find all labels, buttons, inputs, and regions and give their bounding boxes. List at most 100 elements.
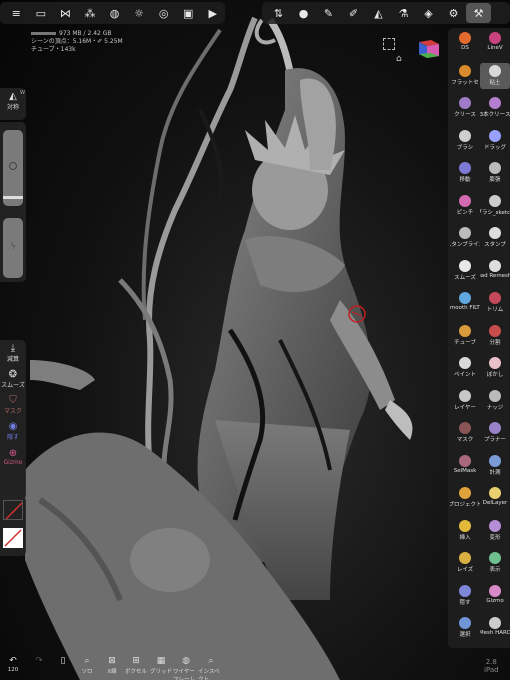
light-icon[interactable]: ☼ bbox=[127, 3, 152, 23]
tool-button[interactable]: ピンチ bbox=[450, 193, 480, 219]
tool-icon bbox=[459, 194, 471, 207]
object-button[interactable]: ▯ bbox=[50, 656, 76, 680]
arrows-icon[interactable]: ⇅ bbox=[266, 3, 291, 23]
memory-readout: 973 MB / 2.42 GB bbox=[31, 30, 123, 38]
subtract-label: 減算 bbox=[6, 356, 19, 363]
tool-button[interactable]: レイヤー bbox=[450, 388, 480, 414]
tool-icon bbox=[459, 129, 471, 142]
tool-label: フラットセ bbox=[451, 79, 479, 86]
tool-button[interactable]: プロジェクト bbox=[450, 485, 480, 511]
tool-button[interactable]: ナッジ bbox=[480, 388, 510, 414]
tool-icon bbox=[489, 227, 501, 239]
tool-icon bbox=[459, 487, 471, 499]
tool-button[interactable]: 分割 bbox=[480, 323, 510, 349]
brush-color-swatch[interactable] bbox=[3, 500, 23, 520]
tools-icon[interactable]: ⚒ bbox=[466, 3, 491, 23]
tool-button[interactable]: ペイント bbox=[450, 355, 480, 381]
tool-button[interactable]: スムーズ bbox=[450, 258, 480, 284]
tool-button[interactable]: マスク bbox=[450, 420, 480, 446]
smooth-button[interactable]: ❂ スムーズ bbox=[0, 366, 26, 392]
tool-button[interactable]: 表示 bbox=[480, 550, 510, 576]
material-sphere-icon[interactable]: ● bbox=[291, 3, 316, 23]
menu-icon[interactable]: ≡ bbox=[4, 3, 29, 23]
pen-icon[interactable]: ✎ bbox=[316, 3, 341, 23]
globe-icon[interactable]: ◍ bbox=[102, 3, 127, 23]
camera-cube-gizmo[interactable] bbox=[417, 38, 441, 60]
camera-settings-icon[interactable]: ◎ bbox=[151, 3, 176, 23]
tool-button[interactable]: 移動 bbox=[450, 160, 480, 186]
tool-button[interactable]: Quad Remesher bbox=[480, 258, 510, 284]
tool-button[interactable]: LineV bbox=[480, 30, 510, 56]
folder-icon[interactable]: ▭ bbox=[29, 3, 54, 23]
video-icon[interactable]: ▶ bbox=[201, 3, 226, 23]
image-icon[interactable]: ▣ bbox=[176, 3, 201, 23]
flask-icon[interactable]: ⚗ bbox=[391, 3, 416, 23]
tool-button[interactable]: クリース bbox=[450, 95, 480, 121]
tool-button[interactable]: DS bbox=[450, 30, 480, 56]
intensity-slider[interactable]: ϟ bbox=[3, 218, 23, 278]
tool-icon bbox=[489, 324, 501, 337]
tool-button[interactable]: ぼかし bbox=[480, 355, 510, 381]
tool-button[interactable]: トリム bbox=[480, 290, 510, 316]
layers-icon[interactable]: ◈ bbox=[416, 3, 441, 23]
tool-button[interactable]: 膨張 bbox=[480, 160, 510, 186]
radius-slider[interactable] bbox=[3, 130, 23, 206]
tool-button[interactable]: ブラシ_sketch bbox=[480, 193, 510, 219]
tool-button[interactable]: スタンプライン bbox=[450, 225, 480, 251]
tool-button[interactable]: ブラシ bbox=[450, 128, 480, 154]
tool-button[interactable]: Gizmo bbox=[480, 583, 510, 609]
secondary-color-swatch[interactable] bbox=[3, 528, 23, 548]
tool-label: スムーズ bbox=[454, 274, 476, 281]
brush-icon[interactable]: ✐ bbox=[341, 3, 366, 23]
gear-icon[interactable]: ⚙ bbox=[441, 3, 466, 23]
left-tool-panel: ⤓ 減算 ❂ スムーズ ⛉ マスク ◉ 隠す ⊕ Gizmo bbox=[0, 340, 26, 500]
tool-icon bbox=[489, 292, 501, 304]
3d-viewport[interactable] bbox=[0, 0, 510, 680]
inspect-button[interactable]: ⌕ インスペクト bbox=[198, 656, 224, 680]
tool-button[interactable]: SelMask bbox=[450, 453, 480, 479]
tool-button[interactable]: 選択 bbox=[450, 615, 480, 641]
tool-button[interactable]: プラナー bbox=[480, 420, 510, 446]
tool-button[interactable]: チューブ bbox=[450, 323, 480, 349]
subtract-button[interactable]: ⤓ 減算 bbox=[0, 340, 26, 366]
redo-button[interactable]: ↷ bbox=[26, 656, 52, 680]
tool-button[interactable]: 挿入 bbox=[450, 518, 480, 544]
wireframe-button[interactable]: ◍ ワイヤーフレーム bbox=[173, 656, 199, 680]
gizmo-icon: ⊕ bbox=[8, 448, 18, 459]
tool-button[interactable]: 隠す bbox=[450, 583, 480, 609]
tool-button[interactable]: Mesh HARD bbox=[480, 615, 510, 641]
tool-button[interactable]: 3本クリース bbox=[480, 95, 510, 121]
mask-button[interactable]: ⛉ マスク bbox=[0, 392, 26, 418]
tool-button[interactable]: DelLayer bbox=[480, 485, 510, 511]
solo-button[interactable]: ⌕ ソロ bbox=[74, 656, 100, 680]
share-icon[interactable]: ⋈ bbox=[53, 3, 78, 23]
tool-button[interactable]: 粘土 bbox=[480, 62, 510, 89]
tool-button[interactable]: 変形 bbox=[480, 518, 510, 544]
tool-button[interactable]: レイズ bbox=[450, 550, 480, 576]
symmetry-panel: ◭ 対称 W bbox=[0, 88, 26, 120]
scene-icon[interactable]: ⁂ bbox=[78, 3, 103, 23]
solo-icon: ⌕ bbox=[84, 656, 90, 666]
tool-button[interactable]: 計測 bbox=[480, 453, 510, 479]
radius-slider-handle[interactable] bbox=[3, 196, 23, 199]
tool-label: プロジェクト bbox=[450, 502, 480, 508]
tool-button[interactable]: スタンプ bbox=[480, 225, 510, 251]
tool-label: ピンチ bbox=[456, 209, 474, 216]
tool-button[interactable]: Smooth FILTR bbox=[450, 290, 480, 316]
hide-button[interactable]: ◉ 隠す bbox=[0, 418, 26, 444]
gizmo-button[interactable]: ⊕ Gizmo bbox=[0, 444, 26, 470]
tool-button[interactable]: ドラッグ bbox=[480, 128, 510, 154]
scene-stats: 973 MB / 2.42 GB シーンの頂点：5.16M・✐ 5.25M チュ… bbox=[31, 30, 123, 54]
xray-icon: ⊠ bbox=[108, 656, 116, 666]
grid-button[interactable]: ▦ グリッド bbox=[148, 656, 174, 680]
tool-label: ペイント bbox=[453, 372, 476, 378]
voxel-button[interactable]: ⊞ ボクセル bbox=[123, 656, 149, 680]
tool-button[interactable]: フラットセ bbox=[450, 63, 480, 89]
grid-label: グリッド bbox=[149, 669, 172, 675]
triangle-icon[interactable]: ◭ bbox=[366, 3, 391, 23]
home-icon[interactable]: ⌂ bbox=[396, 54, 402, 64]
frame-icon[interactable] bbox=[383, 38, 395, 50]
tool-icon bbox=[459, 617, 471, 629]
undo-button[interactable]: ↶ 120 bbox=[0, 656, 26, 680]
xray-button[interactable]: ⊠ X線 bbox=[99, 656, 125, 680]
